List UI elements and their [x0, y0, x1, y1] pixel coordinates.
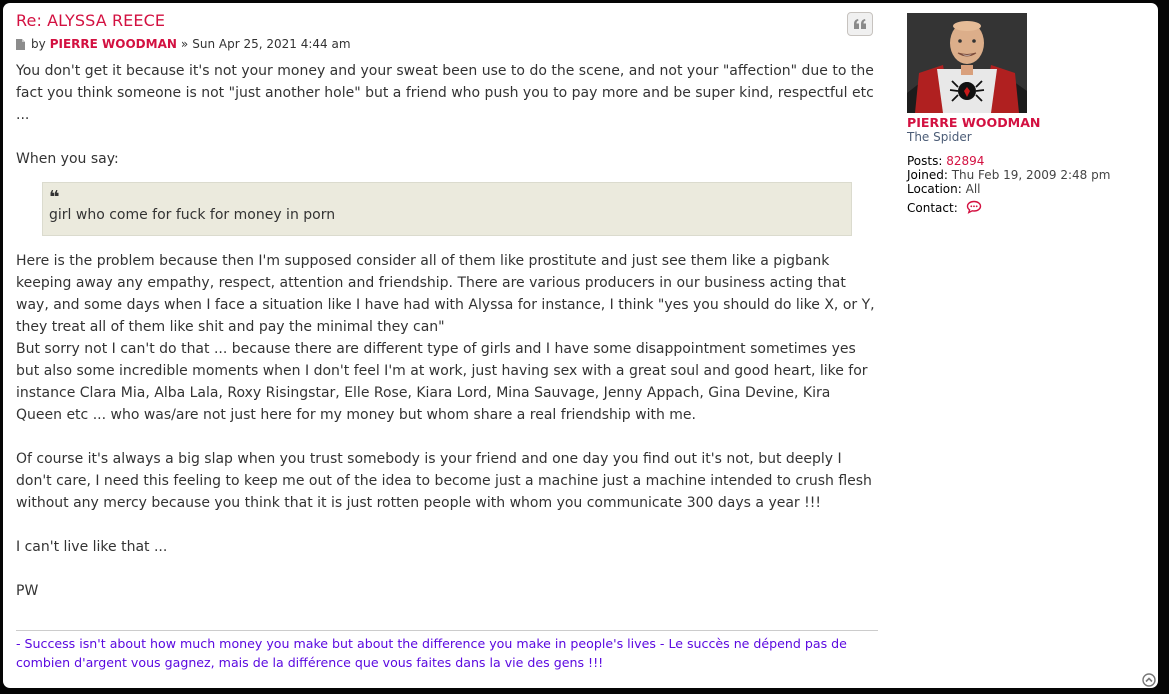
- paragraph: You don't get it because it's not your m…: [16, 63, 874, 123]
- profile-contact: Contact:: [907, 200, 1152, 217]
- paragraph: Of course it's always a big slap when yo…: [16, 451, 872, 511]
- post-date: Sun Apr 25, 2021 4:44 am: [192, 37, 351, 51]
- quote-mark-icon: ❝: [49, 187, 60, 208]
- profile-stats: Posts: 82894 Joined: Thu Feb 19, 2009 2:…: [907, 154, 1152, 217]
- profile-posts: Posts: 82894: [907, 154, 1152, 168]
- paragraph: I can't live like that ...: [16, 539, 168, 555]
- back-to-top-button[interactable]: [1142, 672, 1156, 687]
- posts-count-link[interactable]: 82894: [946, 154, 984, 168]
- profile-rank: The Spider: [907, 130, 972, 144]
- signature: - Success isn't about how much money you…: [16, 630, 878, 672]
- paragraph: But sorry not I can't do that ... becaus…: [16, 341, 868, 423]
- quote-button[interactable]: [847, 12, 873, 36]
- posts-label: Posts:: [907, 154, 943, 168]
- post-author-line: by PIERRE WOODMAN » Sun Apr 25, 2021 4:4…: [16, 37, 878, 51]
- profile-joined: Joined: Thu Feb 19, 2009 2:48 pm: [907, 168, 1152, 182]
- quote-box: ❝ girl who come for fuck for money in po…: [42, 182, 852, 236]
- post-author-link[interactable]: PIERRE WOODMAN: [50, 37, 177, 51]
- profile-location: Location: All: [907, 182, 1152, 196]
- location-label: Location:: [907, 182, 962, 196]
- avatar[interactable]: [907, 13, 1027, 113]
- separator: »: [180, 37, 189, 51]
- post-content: You don't get it because it's not your m…: [16, 60, 878, 602]
- paragraph: PW: [16, 583, 39, 599]
- joined-date: Thu Feb 19, 2009 2:48 pm: [951, 168, 1111, 182]
- paragraph: Here is the problem because then I'm sup…: [16, 253, 875, 335]
- post-profile: PIERRE WOODMAN The Spider Posts: 82894 J…: [907, 13, 1152, 217]
- quote-text: girl who come for fuck for money in porn: [49, 207, 336, 223]
- by-label: by: [31, 37, 46, 51]
- post-panel: Re: ALYSSA REECE by PIERRE WOODMAN » Sun…: [3, 3, 1158, 688]
- joined-label: Joined:: [907, 168, 948, 182]
- location-value: All: [965, 182, 981, 196]
- quote-icon: [854, 19, 866, 29]
- contact-label: Contact:: [907, 201, 958, 215]
- post-body: Re: ALYSSA REECE by PIERRE WOODMAN » Sun…: [16, 11, 878, 602]
- post-icon[interactable]: [16, 38, 25, 50]
- paragraph: When you say:: [16, 151, 119, 167]
- back-to-top-icon: [1142, 673, 1156, 687]
- contact-speech-icon[interactable]: [966, 200, 982, 217]
- profile-username[interactable]: PIERRE WOODMAN: [907, 115, 1152, 130]
- post-title[interactable]: Re: ALYSSA REECE: [16, 11, 878, 31]
